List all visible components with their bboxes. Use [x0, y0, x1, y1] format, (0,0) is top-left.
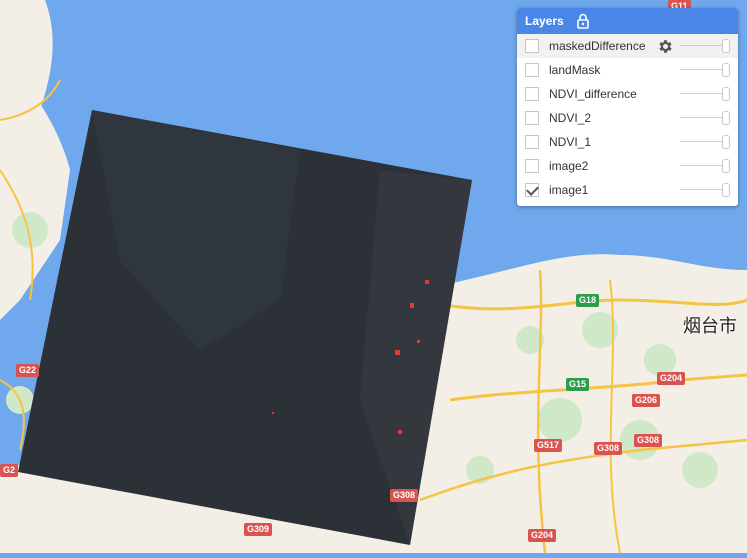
layer-checkbox[interactable]: [525, 135, 539, 149]
opacity-slider[interactable]: [680, 135, 730, 149]
opacity-slider-thumb[interactable]: [722, 63, 730, 77]
opacity-slider[interactable]: [680, 183, 730, 197]
layer-checkbox[interactable]: [525, 159, 539, 173]
layer-row-ndvi-1[interactable]: NDVI_1: [517, 130, 738, 154]
opacity-slider-thumb[interactable]: [722, 135, 730, 149]
route-label: G308: [390, 489, 419, 502]
opacity-slider-thumb[interactable]: [722, 87, 730, 101]
opacity-slider[interactable]: [680, 111, 730, 125]
route-label: G309: [244, 523, 273, 536]
layers-panel-header: Layers: [517, 8, 738, 34]
city-label: 烟台市: [683, 316, 737, 337]
layer-checkbox-checked[interactable]: [525, 183, 539, 197]
layer-checkbox[interactable]: [525, 63, 539, 77]
layer-row-ndvi-2[interactable]: NDVI_2: [517, 106, 738, 130]
route-label: G517: [534, 439, 563, 452]
layer-checkbox[interactable]: [525, 39, 539, 53]
layer-row-maskeddifference[interactable]: maskedDifference: [517, 34, 738, 58]
layers-panel-title: Layers: [525, 14, 564, 28]
opacity-slider-thumb[interactable]: [722, 159, 730, 173]
route-label: G206: [632, 394, 661, 407]
layers-panel: Layers maskedDifference landMask NDVI_di…: [517, 8, 738, 206]
route-label: G15: [566, 378, 590, 391]
layer-checkbox[interactable]: [525, 111, 539, 125]
opacity-slider[interactable]: [680, 63, 730, 77]
layer-row-ndvi-difference[interactable]: NDVI_difference: [517, 82, 738, 106]
lock-open-icon[interactable]: [576, 13, 590, 29]
opacity-slider[interactable]: [680, 159, 730, 173]
route-label: G18: [576, 294, 600, 307]
layer-row-image1[interactable]: image1: [517, 178, 738, 202]
opacity-slider-thumb[interactable]: [722, 183, 730, 197]
gear-icon[interactable]: [657, 38, 674, 55]
route-label: G204: [528, 529, 557, 542]
route-label: G2: [0, 464, 19, 477]
layer-row-image2[interactable]: image2: [517, 154, 738, 178]
route-label: G22: [16, 364, 40, 377]
layer-row-landmask[interactable]: landMask: [517, 58, 738, 82]
opacity-slider[interactable]: [680, 87, 730, 101]
opacity-slider-thumb[interactable]: [722, 111, 730, 125]
opacity-slider[interactable]: [680, 39, 730, 53]
opacity-slider-thumb[interactable]: [722, 39, 730, 53]
layer-checkbox[interactable]: [525, 87, 539, 101]
route-label: G308: [634, 434, 663, 447]
route-label: G308: [594, 442, 623, 455]
route-label: G204: [657, 372, 686, 385]
